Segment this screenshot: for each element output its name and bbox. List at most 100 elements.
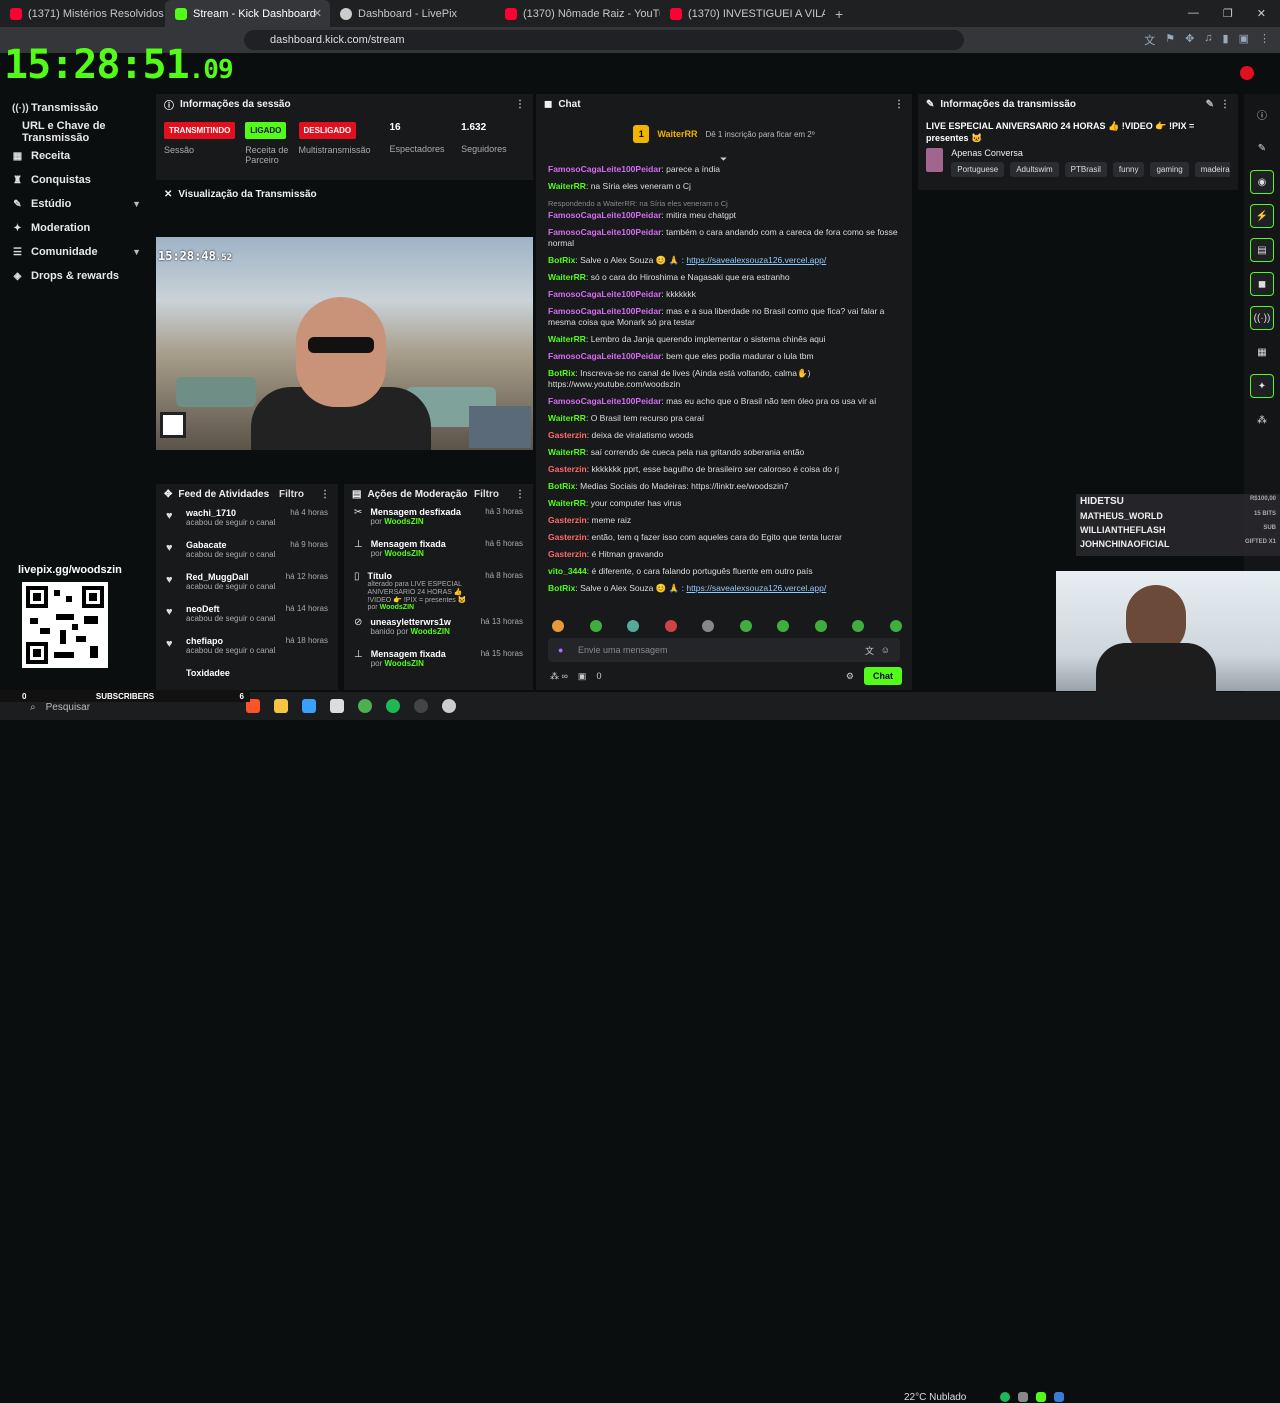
list-icon[interactable]: ▤ [1250,238,1274,262]
chat-username[interactable]: Gasterzin [548,532,587,542]
broadcast-icon[interactable]: ((·)) [1250,306,1274,330]
tag[interactable]: madeira [1194,162,1230,177]
sidebar-item-moderation[interactable]: ✦ Moderation [0,216,155,240]
bluetooth-icon[interactable] [1054,1392,1064,1402]
chat-username[interactable]: FamosoCagaLeite100Peidar [548,210,661,220]
sidebar-item-comunidade[interactable]: ☰ Comunidade ▼ [0,240,155,264]
app-icon[interactable] [302,699,316,713]
chat-username[interactable]: BotRix [548,255,575,265]
chat-link[interactable]: https://savealexsouza126.vercel.app/ [686,255,826,265]
emote-icon[interactable] [552,620,564,632]
browser-tab[interactable]: (1371) Mistérios Resolvidos Pelo 4Ch [0,0,165,27]
puzzle-icon[interactable]: ✥ [1185,32,1194,48]
menu-icon[interactable]: ⋮ [1259,32,1270,48]
edit-icon[interactable]: ✎ [1250,136,1274,160]
gift-icon[interactable]: ▣ [578,671,587,682]
app-icon[interactable] [330,699,344,713]
moderation-icon[interactable]: ▦ [1250,340,1274,364]
app-icon[interactable] [442,699,456,713]
translate-icon[interactable]: 文 [1144,32,1155,48]
chat-input[interactable]: ● Envie uma mensagem 文 ☺ [548,638,900,662]
users-icon[interactable]: ⁂ ∞ [550,671,568,682]
chat-username[interactable]: Gasterzin [548,549,587,559]
chat-username[interactable]: WaiterRR [548,447,586,457]
emote-icon[interactable] [739,620,752,632]
chat-username[interactable]: BotRix [548,583,575,593]
tray-icon[interactable] [1018,1392,1028,1402]
search-box[interactable]: ⌕ Pesquisar [30,700,190,714]
sidebar-item-transmissao[interactable]: ((·)) Transmissão [0,96,155,120]
emote-icon[interactable] [777,620,790,632]
emote-icon[interactable] [664,620,677,632]
emote-icon[interactable] [702,620,715,632]
settings-icon[interactable]: ⚙ [846,671,854,682]
close-window-icon[interactable]: ✕ [1257,7,1266,20]
folder-icon[interactable] [274,699,288,713]
category-thumbnail[interactable] [926,148,944,172]
browser-tab-active[interactable]: Stream - Kick Dashboard ✕ [165,0,330,27]
sidebar-item-conquistas[interactable]: ♜ Conquistas [0,168,155,192]
edit-icon[interactable]: ✎ [1206,99,1214,110]
chrome-icon[interactable] [358,699,372,713]
chat-username[interactable]: FamosoCagaLeite100Peidar [548,164,661,174]
chat-username[interactable]: WaiterRR [548,334,586,344]
more-icon[interactable]: ⋮ [515,489,525,500]
chat-username[interactable]: WaiterRR [548,413,586,423]
chat-username[interactable]: FamosoCagaLeite100Peidar [548,289,661,299]
tag[interactable]: gaming [1150,162,1189,177]
filter-button[interactable]: Filtro [474,489,499,500]
tag[interactable]: funny [1112,162,1145,177]
info-icon[interactable]: ⓘ [1250,102,1274,126]
chat-username[interactable]: BotRix [548,481,575,491]
sidebar-item-receita[interactable]: ▦ Receita [0,144,155,168]
chat-username[interactable]: FamosoCagaLeite100Peidar [548,351,661,361]
translate-icon[interactable]: 文 [865,644,874,657]
filter-button[interactable]: Filtro [279,489,304,500]
spotify-icon[interactable] [1000,1392,1010,1402]
more-icon[interactable]: ⋮ [320,489,330,500]
chat-username[interactable]: Gasterzin [548,515,587,525]
chat-username[interactable]: vito_3444 [548,566,587,576]
url-field[interactable]: dashboard.kick.com/stream [244,30,964,50]
close-tab-icon[interactable]: ✕ [313,7,322,20]
emote-icon[interactable] [852,620,865,632]
chat-username[interactable]: WaiterRR [548,498,586,508]
tag[interactable]: PTBrasil [1064,162,1107,177]
weather-widget[interactable]: 22°C Nublado [904,1392,966,1403]
stream-preview-video[interactable]: 15:28:48.52 [156,237,533,450]
chat-username[interactable]: FamosoCagaLeite100Peidar [548,306,661,316]
avatar[interactable] [1240,66,1254,80]
tray-icon[interactable] [1036,1392,1046,1402]
chat-username[interactable]: Gasterzin [548,464,587,474]
send-chat-button[interactable]: Chat [864,667,902,685]
sidebar-item-drops[interactable]: ◈ Drops & rewards [0,264,155,288]
more-icon[interactable]: ⋮ [894,99,904,110]
chat-link[interactable]: https://savealexsouza126.vercel.app/ [686,583,826,593]
chat-username[interactable]: Gasterzin [548,430,587,440]
sidebar-item-url-chave[interactable]: URL e Chave de Transmissão [0,120,155,144]
emoji-icon[interactable]: ☺ [881,645,890,655]
pinned-user[interactable]: WaiterRR [657,129,697,139]
chat-username[interactable]: WaiterRR [548,272,586,282]
browser-tab[interactable]: Dashboard - LivePix [330,0,495,27]
spotify-icon[interactable] [386,699,400,713]
browser-tab[interactable]: (1370) INVESTIGUEI A VILA CRISTÃ M [660,0,825,27]
wallet-icon[interactable]: ▣ [1239,32,1249,48]
wrench-icon[interactable]: ✦ [1250,374,1274,398]
category-name[interactable]: Apenas Conversa [951,148,1230,158]
chat-icon[interactable]: ◼ [1250,272,1274,296]
tag[interactable]: Portuguese [951,162,1005,177]
more-icon[interactable]: ⋮ [1220,99,1230,110]
chat-username[interactable]: WaiterRR [548,181,586,191]
minimize-icon[interactable]: — [1188,7,1199,20]
obs-icon[interactable] [414,699,428,713]
chat-username[interactable]: FamosoCagaLeite100Peidar [548,396,661,406]
emote-icon[interactable] [627,620,640,632]
media-icon[interactable]: ♫ [1204,32,1212,48]
browser-tab[interactable]: (1370) Nômade Raiz - YouTube [495,0,660,27]
chat-username[interactable]: FamosoCagaLeite100Peidar [548,227,661,237]
new-tab-icon[interactable]: + [825,6,853,22]
sidebar-icon[interactable]: ▮ [1223,32,1229,48]
emote-icon[interactable] [589,620,602,632]
tag[interactable]: Adultswim [1010,162,1059,177]
